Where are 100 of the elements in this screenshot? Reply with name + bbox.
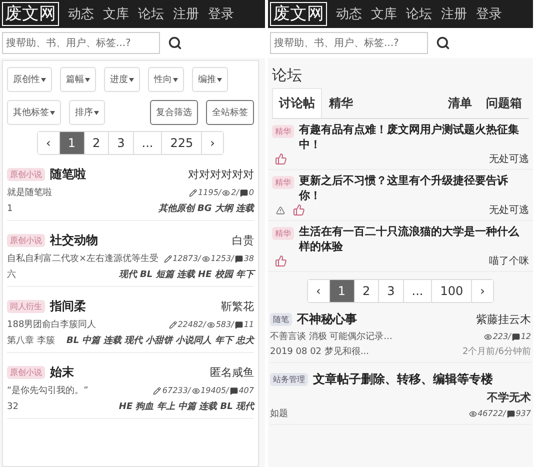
nav-link[interactable]: 动态 <box>68 5 94 23</box>
author-name[interactable]: 白贵 <box>232 233 254 248</box>
category-badge: 精华 <box>272 125 294 138</box>
latest-chapter: 1 <box>7 204 13 214</box>
page-heading: 论坛 <box>271 65 303 86</box>
eye-icon <box>192 386 200 394</box>
thumbs-up-icon <box>275 153 287 165</box>
author-name[interactable]: 靳繁花 <box>221 299 254 314</box>
category-badge: 原创小说 <box>7 234 45 247</box>
post-summary: 不善言谈 消极 可能偶尔记录... <box>270 330 392 343</box>
author-name[interactable]: 对对对对对对 <box>188 167 254 182</box>
filter-dropdown[interactable]: 编推 <box>192 67 228 92</box>
comment-icon <box>234 320 243 328</box>
caret-icon <box>85 78 90 82</box>
search-icon[interactable] <box>168 36 182 50</box>
nav-link[interactable]: 动态 <box>336 5 362 23</box>
page-link[interactable]: 3 <box>379 280 404 302</box>
author-name[interactable]: 无处可逃 <box>489 203 529 217</box>
thread-title[interactable]: 更新之后不习惯？这里有个升级捷径要告诉你！ <box>299 173 529 203</box>
book-title[interactable]: 始末 <box>50 364 74 381</box>
stat-count: 67233/ <box>162 386 191 395</box>
book-title[interactable]: 社交动物 <box>50 232 98 249</box>
forum-tab[interactable]: 精华 <box>322 88 360 118</box>
category-badge: 精华 <box>272 176 294 189</box>
stat-count: 12873/ <box>172 254 201 263</box>
author-name[interactable]: 喵了个咪 <box>489 254 529 268</box>
search-icon[interactable] <box>436 36 450 50</box>
stat-count: 2/ <box>231 188 239 197</box>
category-badge: 原创小说 <box>7 366 45 379</box>
book-summary: 188男团俞白李簇同人 <box>7 318 96 331</box>
forum-tab[interactable]: 清单 <box>441 88 479 118</box>
page-link[interactable]: ‹ <box>38 132 60 154</box>
comment-icon <box>512 332 520 340</box>
page-link[interactable]: › <box>472 280 493 302</box>
latest-chapter: 第八章 李簇 <box>7 334 55 347</box>
latest-chapter: 六 <box>7 268 16 281</box>
caret-icon <box>94 110 99 115</box>
page-link[interactable]: 2 <box>84 132 110 154</box>
page-link[interactable]: 1 <box>330 280 354 302</box>
thread-title[interactable]: 生活在有一百二十只流浪猫的大学是一种什么样的体验 <box>299 224 529 254</box>
page-link[interactable]: 100 <box>432 280 472 302</box>
eye-icon <box>468 410 477 418</box>
page-link[interactable]: 2 <box>354 280 380 302</box>
site-logo[interactable]: 废文网 <box>2 2 59 26</box>
caret-icon <box>50 110 55 115</box>
nav-link[interactable]: 注册 <box>173 5 199 23</box>
search-field[interactable]: 搜帮助、书、用户、标签...? <box>2 32 160 54</box>
page-link[interactable]: ‹ <box>308 280 330 302</box>
comment-icon <box>234 254 243 262</box>
author-name[interactable]: 无处可逃 <box>489 152 529 166</box>
filter-dropdown[interactable]: 其他标签 <box>7 100 61 125</box>
author-name[interactable]: 不学无术 <box>487 390 531 405</box>
eye-icon <box>206 320 215 328</box>
forum-tab[interactable]: 问题箱 <box>479 88 529 118</box>
category-badge: 精华 <box>272 227 294 240</box>
thread-title[interactable]: 有趣有品有点难！废文网用户测试题火热征集中！ <box>299 122 529 152</box>
pencil-icon <box>168 320 177 328</box>
caret-icon <box>129 78 134 82</box>
page-link[interactable]: ... <box>404 280 432 302</box>
nav-link[interactable]: 论坛 <box>138 5 164 23</box>
post-time: 2个月前/6分钟前 <box>462 346 531 358</box>
site-logo[interactable]: 废文网 <box>270 2 327 26</box>
book-summary: 自私自利富二代攻×左右逢源优等生受 <box>7 252 159 265</box>
thumbs-up-icon <box>293 204 305 216</box>
search-field[interactable]: 搜帮助、书、用户、标签...? <box>270 32 428 54</box>
stat-count: 937 <box>516 409 531 418</box>
post-title[interactable]: 不神秘心事 <box>297 311 357 328</box>
eye-icon <box>484 332 492 340</box>
forum-tab[interactable]: 讨论帖 <box>272 88 322 118</box>
author-name[interactable]: 匿名咸鱼 <box>210 365 254 380</box>
nav-link[interactable]: 注册 <box>441 5 467 23</box>
filter-dropdown[interactable]: 进度 <box>104 67 140 92</box>
pencil-icon <box>164 254 172 262</box>
filter-dropdown[interactable]: 篇幅 <box>60 67 96 92</box>
stat-count: 583/ <box>216 320 234 329</box>
stat-count: 12 <box>520 332 531 341</box>
nav-link[interactable]: 论坛 <box>406 5 432 23</box>
nav-link[interactable]: 登录 <box>208 5 234 23</box>
filter-dropdown[interactable]: 性向 <box>148 67 184 92</box>
book-summary: “是你先勾引我的。” <box>7 384 88 397</box>
stat-count: 407 <box>238 386 254 395</box>
book-tags: 现代 BL 短篇 连载 HE 校园 年下 <box>118 268 254 281</box>
book-title[interactable]: 随笔啦 <box>50 166 86 183</box>
comment-icon <box>240 188 248 196</box>
book-title[interactable]: 指间柔 <box>50 298 86 315</box>
filter-dropdown[interactable]: 原创性 <box>7 67 52 92</box>
nav-link[interactable]: 文库 <box>103 5 129 23</box>
nav-link[interactable]: 文库 <box>371 5 397 23</box>
nav-link[interactable]: 登录 <box>476 5 502 23</box>
warning-icon <box>276 206 285 214</box>
filter-button[interactable]: 全站标签 <box>206 100 254 125</box>
caret-icon <box>41 78 46 82</box>
filter-dropdown[interactable]: 排序 <box>69 100 105 125</box>
stat-count: 38 <box>244 254 254 263</box>
caret-icon <box>217 78 222 82</box>
page-link[interactable]: 1 <box>60 132 84 154</box>
author-name[interactable]: 紫藤挂云木 <box>476 312 531 327</box>
filter-button[interactable]: 复合筛选 <box>150 100 198 125</box>
book-tags: HE 狗血 年上 中篇 连载 BL 现代 <box>118 400 254 413</box>
post-title[interactable]: 文章帖子删除、转移、编辑等专楼 <box>313 371 493 388</box>
